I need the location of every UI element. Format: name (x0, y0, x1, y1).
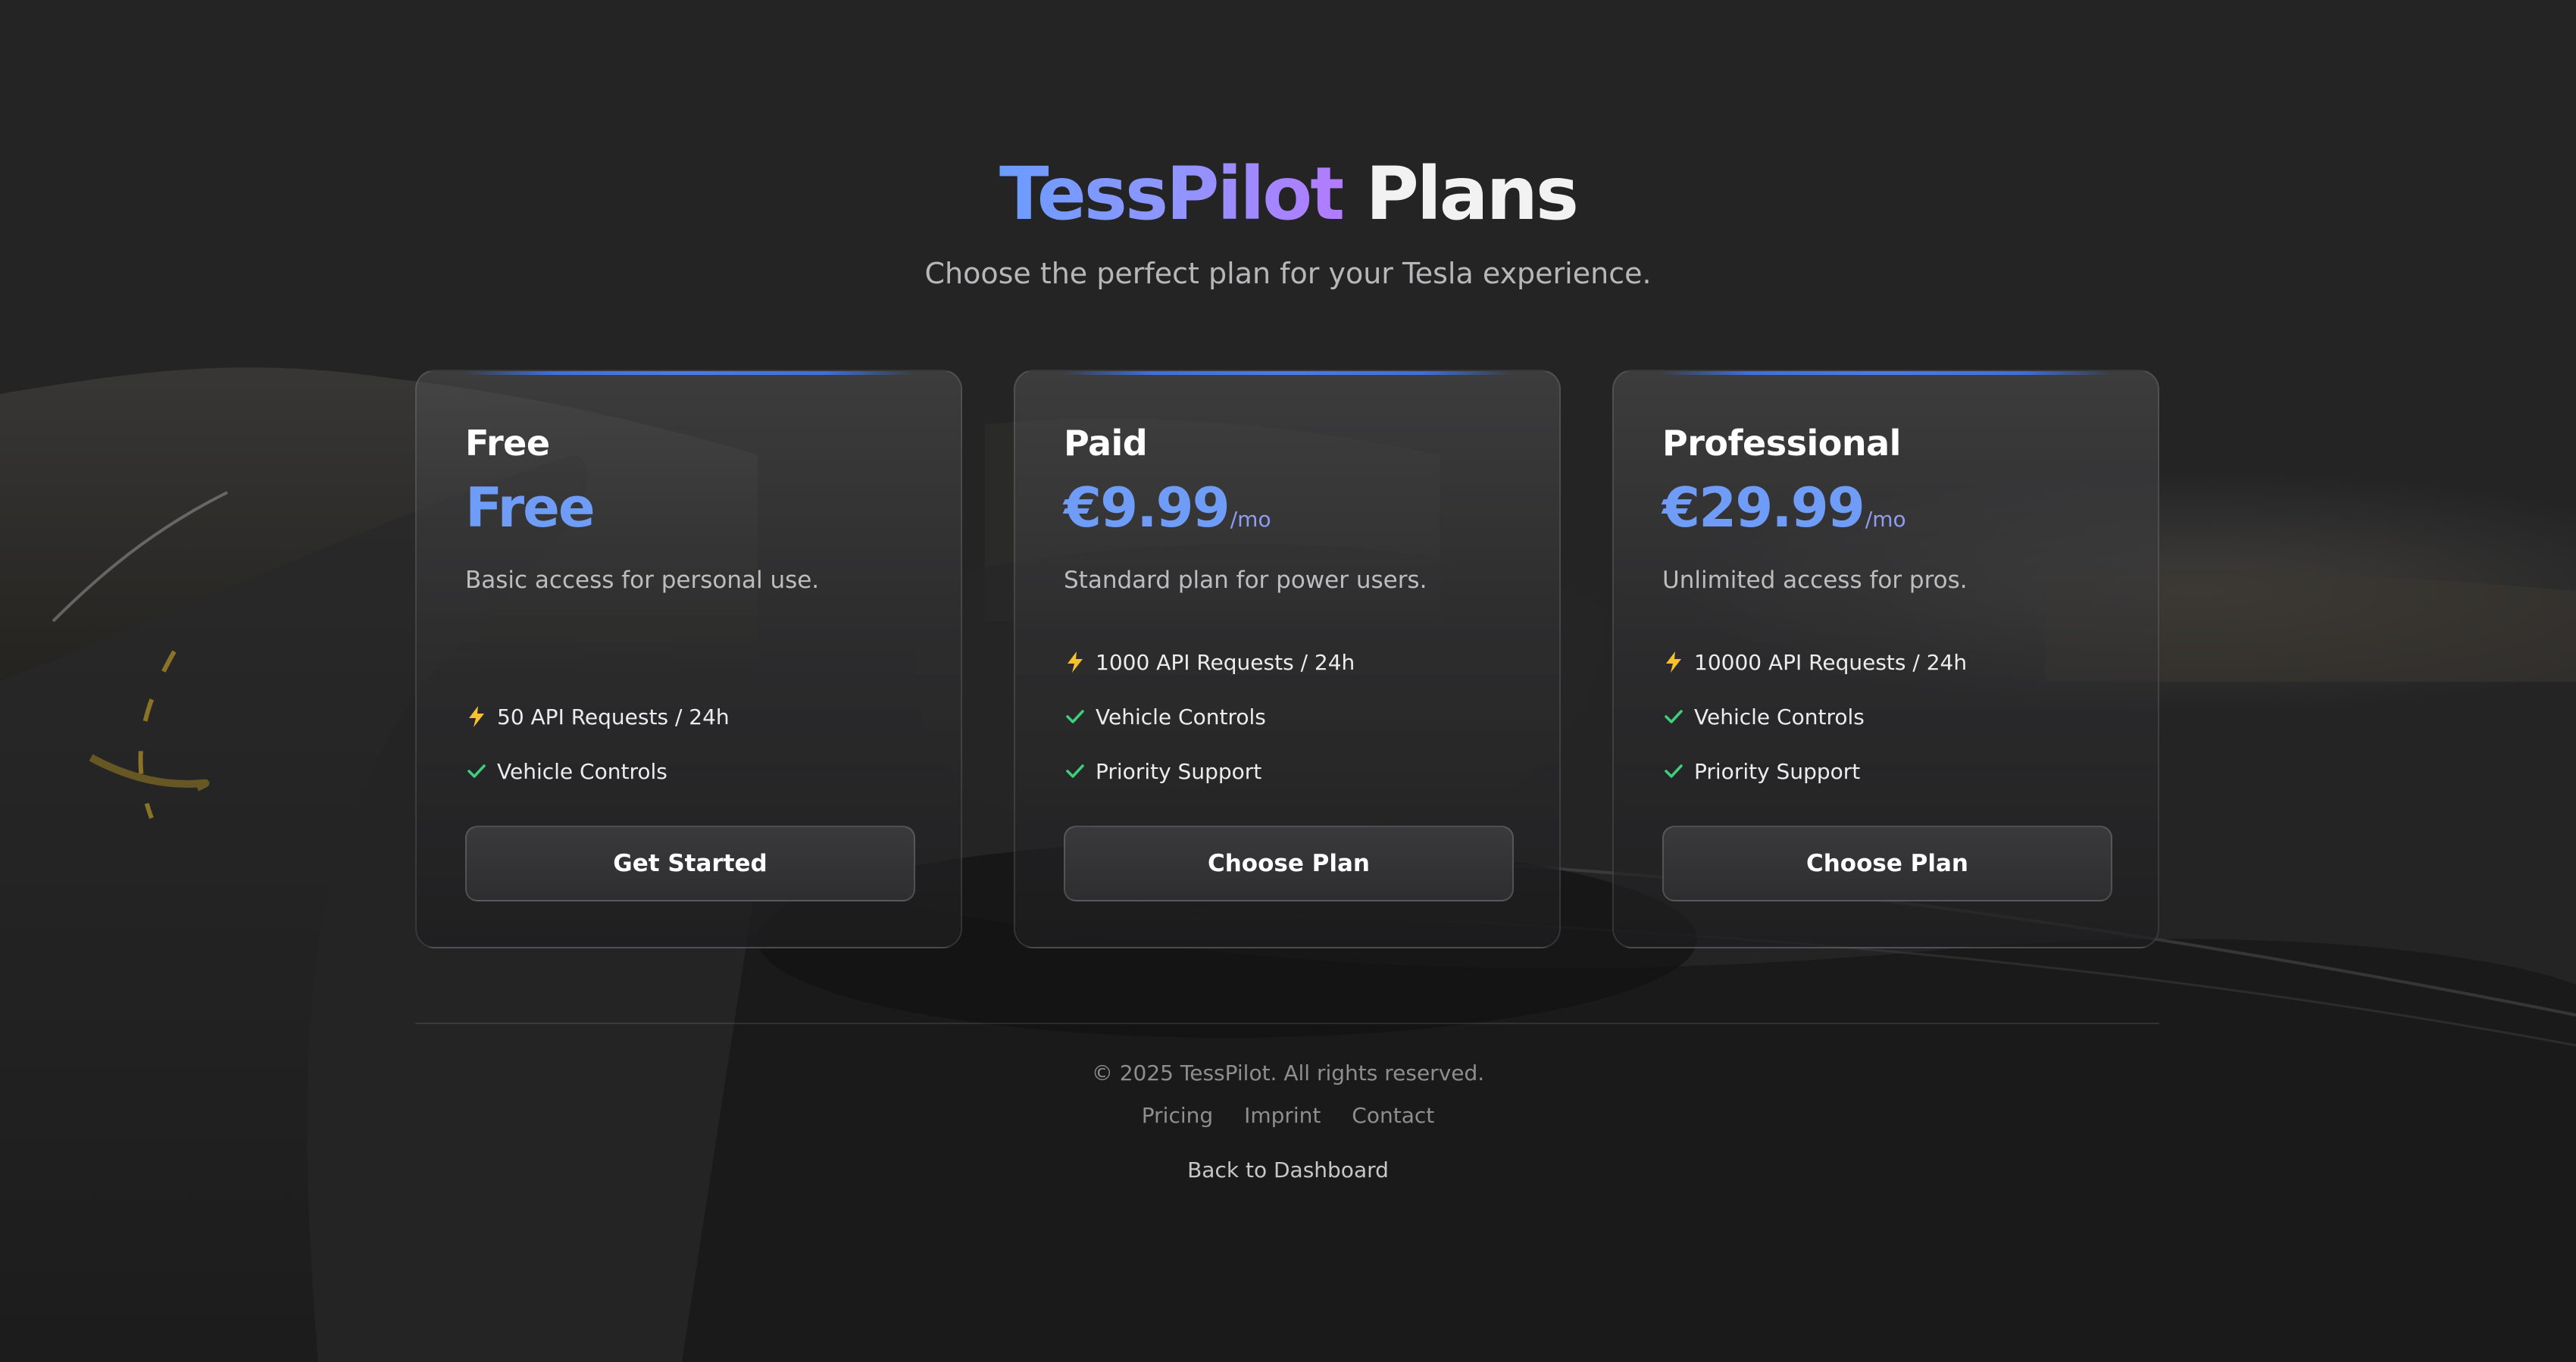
brand-name: TessPilot (999, 152, 1345, 236)
back-to-dashboard-link[interactable]: Back to Dashboard (1187, 1157, 1389, 1182)
footer-link-pricing[interactable]: Pricing (1142, 1103, 1213, 1128)
check-icon (1662, 705, 1685, 728)
get-started-button[interactable]: Get Started (465, 826, 915, 901)
feature-item: Vehicle Controls (465, 744, 730, 798)
plan-price: Free (465, 476, 596, 539)
feature-item: 1000 API Requests / 24h (1064, 635, 1355, 689)
feature-item: Vehicle Controls (1064, 689, 1355, 744)
back-to-dashboard: Back to Dashboard (0, 1157, 2576, 1182)
feature-text: 10000 API Requests / 24h (1694, 649, 1968, 675)
plan-description: Basic access for personal use. (465, 567, 820, 594)
plan-name: Free (465, 423, 550, 464)
plan-price: €9.99 (1064, 476, 1230, 539)
plan-cards: Free Free Basic access for personal use.… (415, 370, 2159, 950)
page-header: TessPilot Plans Choose the perfect plan … (0, 148, 2576, 292)
feature-list: 50 API Requests / 24h Vehicle Controls (465, 689, 730, 798)
plan-card-free: Free Free Basic access for personal use.… (415, 370, 962, 948)
choose-plan-button[interactable]: Choose Plan (1064, 826, 1514, 901)
lightning-icon (1662, 651, 1685, 673)
page-subtitle: Choose the perfect plan for your Tesla e… (924, 257, 1652, 290)
footer-link-contact[interactable]: Contact (1352, 1103, 1434, 1128)
footer-divider (415, 1023, 2159, 1024)
feature-text: 50 API Requests / 24h (497, 704, 730, 729)
page-title: TessPilot Plans (0, 148, 2576, 239)
check-icon (465, 760, 488, 783)
plan-card-paid: Paid €9.99/mo Standard plan for power us… (1014, 370, 1561, 948)
plan-name: Professional (1662, 423, 1901, 464)
feature-text: Vehicle Controls (1096, 704, 1266, 729)
title-suffix: Plans (1365, 152, 1580, 236)
copyright-text: © 2025 TessPilot. All rights reserved. (1091, 1061, 1485, 1086)
feature-item: 50 API Requests / 24h (465, 689, 730, 744)
choose-plan-button[interactable]: Choose Plan (1662, 826, 2112, 901)
plan-period: /mo (1865, 507, 1906, 532)
check-icon (1662, 760, 1685, 783)
check-icon (1064, 705, 1086, 728)
lightning-icon (465, 705, 488, 728)
plan-description: Standard plan for power users. (1064, 567, 1427, 594)
plan-name: Paid (1064, 423, 1148, 464)
feature-text: Priority Support (1096, 758, 1262, 784)
feature-list: 1000 API Requests / 24h Vehicle Controls… (1064, 635, 1355, 798)
feature-item: Vehicle Controls (1662, 689, 1967, 744)
feature-item: Priority Support (1662, 744, 1967, 798)
feature-text: Vehicle Controls (1694, 704, 1865, 729)
plan-price: €29.99 (1662, 476, 1865, 539)
check-icon (1064, 760, 1086, 783)
feature-item: Priority Support (1064, 744, 1355, 798)
plan-description: Unlimited access for pros. (1662, 567, 1968, 594)
footer-links: Pricing Imprint Contact (0, 1103, 2576, 1128)
feature-item: 10000 API Requests / 24h (1662, 635, 1967, 689)
feature-text: Priority Support (1694, 758, 1861, 784)
feature-text: Vehicle Controls (497, 758, 667, 784)
feature-list: 10000 API Requests / 24h Vehicle Control… (1662, 635, 1967, 798)
plan-card-professional: Professional €29.99/mo Unlimited access … (1612, 370, 2159, 948)
footer-link-imprint[interactable]: Imprint (1244, 1103, 1321, 1128)
plan-price-row: €29.99/mo (1662, 476, 1906, 539)
plan-price-row: €9.99/mo (1064, 476, 1271, 539)
lightning-icon (1064, 651, 1086, 673)
plan-price-row: Free (465, 476, 596, 539)
plan-period: /mo (1230, 507, 1271, 532)
feature-text: 1000 API Requests / 24h (1096, 649, 1355, 675)
